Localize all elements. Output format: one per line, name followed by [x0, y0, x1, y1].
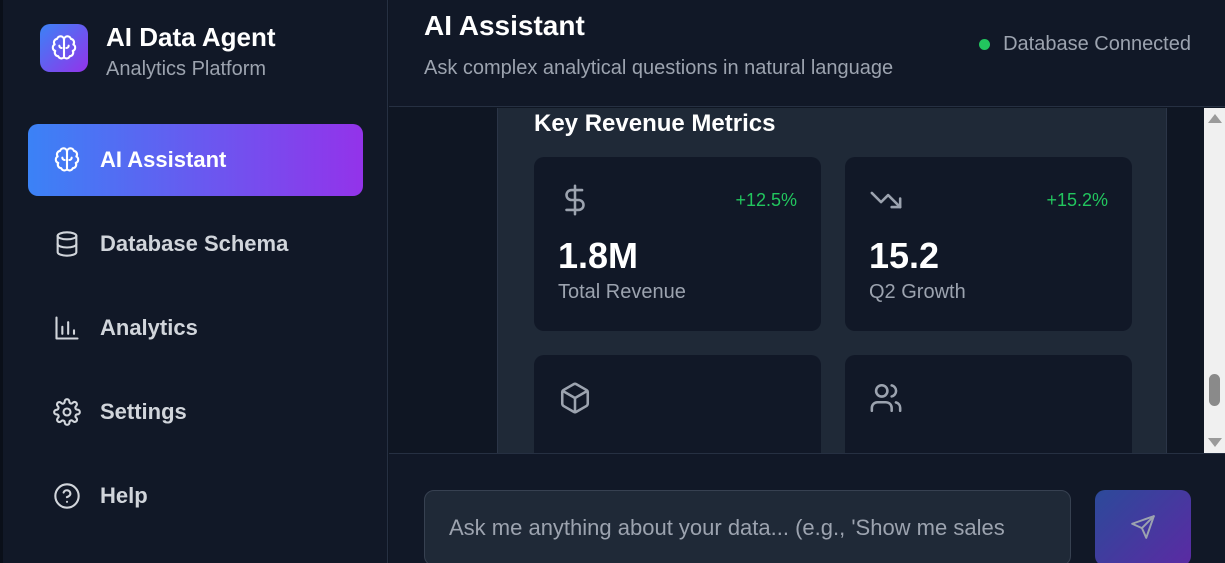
- metric-card-q2-growth: +15.2% 15.2 Q2 Growth: [845, 157, 1132, 331]
- sidebar-item-label: Analytics: [100, 315, 198, 340]
- sidebar-item-database-schema[interactable]: Database Schema: [28, 208, 363, 280]
- sidebar-item-ai-assistant[interactable]: AI Assistant: [28, 124, 363, 196]
- metric-label: Q2 Growth: [869, 281, 966, 303]
- message-composer: [389, 453, 1225, 563]
- sidebar: AI Data Agent Analytics Platform AI Assi…: [0, 0, 388, 563]
- database-icon: [52, 229, 82, 259]
- sidebar-item-analytics[interactable]: Analytics: [28, 292, 363, 364]
- sidebar-item-label: Settings: [100, 399, 187, 424]
- brain-icon: [40, 24, 88, 72]
- brand: AI Data Agent Analytics Platform: [40, 22, 276, 81]
- metrics-panel: Key Revenue Metrics +12.5% 1.8M Total Re…: [497, 108, 1167, 453]
- metric-card-total-revenue: +12.5% 1.8M Total Revenue: [534, 157, 821, 331]
- scroll-down-icon[interactable]: [1208, 438, 1222, 447]
- bar-chart-icon: [52, 313, 82, 343]
- chat-scrollbar[interactable]: [1204, 108, 1225, 453]
- scrollbar-thumb[interactable]: [1209, 374, 1220, 406]
- metric-change: +12.5%: [735, 190, 797, 210]
- page-subtitle: Ask complex analytical questions in natu…: [424, 57, 894, 79]
- status-dot-icon: [979, 39, 991, 50]
- send-button[interactable]: [1095, 490, 1191, 563]
- scroll-up-icon[interactable]: [1208, 114, 1222, 123]
- metric-label: Total Revenue: [558, 281, 686, 303]
- page-header: AI Assistant Ask complex analytical ques…: [389, 0, 1225, 107]
- sidebar-item-settings[interactable]: Settings: [28, 376, 363, 448]
- send-icon: [1130, 514, 1156, 543]
- metric-card-users: [845, 355, 1132, 453]
- metric-value: 15.2: [869, 235, 940, 276]
- metric-value: 1.8M: [558, 235, 639, 276]
- sidebar-item-help[interactable]: Help: [28, 460, 363, 532]
- brand-title: AI Data Agent: [106, 22, 276, 52]
- connection-status: Database Connected: [979, 33, 1191, 56]
- users-icon: [869, 381, 903, 415]
- dollar-icon: [558, 183, 592, 217]
- brand-subtitle: Analytics Platform: [106, 58, 267, 80]
- metrics-title: Key Revenue Metrics: [534, 110, 776, 137]
- sidebar-item-label: AI Assistant: [100, 147, 227, 172]
- brain-icon: [52, 145, 82, 175]
- sidebar-nav: AI Assistant Database Schema Analytics S…: [28, 124, 363, 544]
- gear-icon: [52, 397, 82, 427]
- page-title: AI Assistant: [424, 10, 585, 41]
- trending-down-icon: [869, 183, 903, 217]
- status-text: Database Connected: [1003, 33, 1191, 55]
- sidebar-item-label: Database Schema: [100, 231, 289, 256]
- sidebar-item-label: Help: [100, 483, 148, 508]
- help-circle-icon: [52, 481, 82, 511]
- metric-change: +15.2%: [1046, 190, 1108, 210]
- app-window: AI Data Agent Analytics Platform AI Assi…: [0, 0, 1225, 563]
- package-icon: [558, 381, 592, 415]
- chat-input[interactable]: [424, 490, 1071, 563]
- metric-card-products: [534, 355, 821, 453]
- chat-area: Key Revenue Metrics +12.5% 1.8M Total Re…: [389, 108, 1204, 453]
